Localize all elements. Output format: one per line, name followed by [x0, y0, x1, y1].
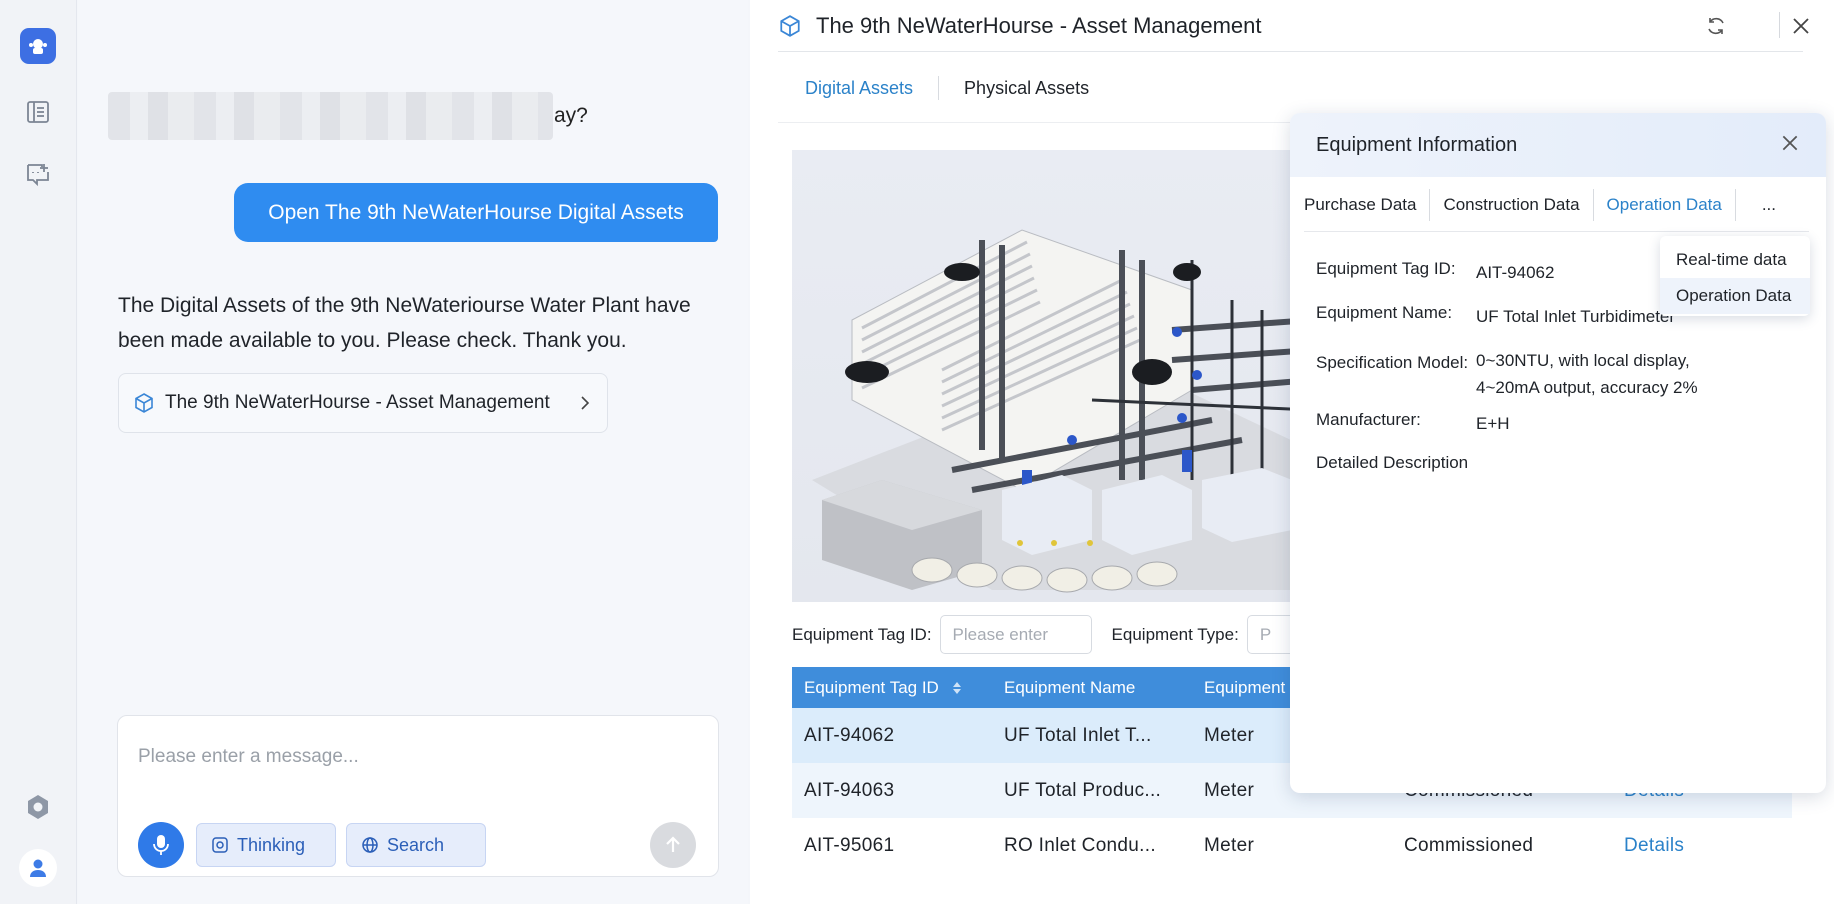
- type-filter-label: Equipment Type:: [1111, 624, 1239, 644]
- sort-icon[interactable]: [952, 681, 962, 695]
- cell-name: RO Inlet Condu...: [1004, 834, 1156, 856]
- cell-tag: AIT-94062: [804, 724, 895, 746]
- cell-tag: AIT-94063: [804, 779, 895, 801]
- thinking-toggle[interactable]: Thinking: [196, 823, 336, 867]
- redacted-user-question: [108, 92, 553, 140]
- cube-icon: [135, 393, 153, 413]
- asset-panel-header: The 9th NeWaterHourse - Asset Management: [778, 0, 1809, 52]
- close-icon: [1782, 135, 1798, 151]
- refresh-button[interactable]: [1703, 13, 1729, 39]
- field-value: AIT-94062: [1476, 263, 1555, 282]
- close-icon: [1793, 18, 1809, 34]
- field-tag-id: Equipment Tag ID: AIT-94062: [1316, 259, 1554, 286]
- tab-physical-assets[interactable]: Physical Assets: [964, 78, 1089, 99]
- chevron-right-icon: [581, 396, 590, 410]
- field-label: Manufacturer:: [1316, 410, 1421, 429]
- cell-tag: AIT-95061: [804, 834, 895, 856]
- dropdown-item-operation-data[interactable]: Operation Data: [1660, 278, 1810, 314]
- more-tabs-button[interactable]: ...: [1736, 189, 1789, 221]
- card-title: Equipment Information: [1316, 133, 1518, 156]
- tab-digital-assets[interactable]: Digital Assets: [805, 78, 913, 99]
- field-label: Equipment Tag ID:: [1316, 259, 1456, 278]
- microphone-icon: [153, 835, 169, 855]
- dropdown-item-real-time-data[interactable]: Real-time data: [1660, 242, 1810, 278]
- cell-name: UF Total Inlet T...: [1004, 724, 1152, 746]
- thinking-label: Thinking: [237, 834, 306, 855]
- tab-construction-data[interactable]: Construction Data: [1430, 189, 1594, 221]
- chat-panel: ay? Open The 9th NeWaterHourse Digital A…: [78, 0, 748, 904]
- asset-tabs: Digital Assets Physical Assets: [805, 76, 1089, 100]
- plant-3d-model-viewport[interactable]: [792, 150, 1312, 602]
- field-value: UF Total Inlet Turbidimeter: [1476, 307, 1676, 326]
- new-chat-icon[interactable]: [19, 155, 57, 193]
- app-logo-icon[interactable]: [20, 28, 56, 64]
- cube-icon: [780, 14, 800, 37]
- cell-name: UF Total Produc...: [1004, 779, 1162, 801]
- more-tabs-dropdown: Real-time data Operation Data: [1660, 236, 1810, 316]
- message-input[interactable]: [138, 746, 698, 768]
- header-divider: [1779, 12, 1780, 38]
- field-label: Detailed Description: [1316, 453, 1469, 472]
- field-label: Equipment Name:: [1316, 303, 1453, 322]
- microphone-button[interactable]: [138, 822, 184, 868]
- field-value-line-1: 0~30NTU, with local display,: [1476, 351, 1690, 370]
- card-tabs-divider: [1304, 231, 1809, 232]
- settings-icon[interactable]: [19, 788, 57, 826]
- arrow-up-icon: [666, 836, 680, 852]
- tag-filter-input[interactable]: Please enter: [939, 615, 1092, 654]
- tab-purchase-data[interactable]: Purchase Data: [1304, 189, 1431, 221]
- close-panel-button[interactable]: [1788, 13, 1814, 39]
- tag-filter-label: Equipment Tag ID:: [792, 624, 932, 644]
- tab-operation-data[interactable]: Operation Data: [1594, 189, 1736, 221]
- asset-link-label: The 9th NeWaterHourse - Asset Management: [165, 392, 550, 413]
- header-tag-id[interactable]: Equipment Tag ID: [792, 678, 992, 698]
- details-link[interactable]: Details: [1612, 835, 1792, 857]
- user-message-bubble: Open The 9th NeWaterHourse Digital Asset…: [234, 183, 718, 242]
- document-list-icon[interactable]: [19, 93, 57, 131]
- assistant-reply: The Digital Assets of the 9th NeWateriou…: [118, 294, 691, 352]
- card-close-button[interactable]: [1780, 133, 1804, 157]
- field-value: E+H: [1476, 414, 1510, 433]
- header-equipment-name: Equipment Name: [1004, 677, 1136, 697]
- cell-type: Meter: [1204, 834, 1255, 856]
- user-avatar-icon[interactable]: [19, 849, 57, 887]
- panel-title: The 9th NeWaterHourse - Asset Management: [816, 12, 1262, 38]
- brain-icon: [212, 837, 228, 853]
- left-rail: [0, 0, 77, 904]
- globe-icon: [362, 837, 378, 853]
- card-header: Equipment Information: [1290, 113, 1826, 177]
- table-row[interactable]: AIT-95061 RO Inlet Condu... Meter Commis…: [792, 818, 1792, 873]
- filter-bar: Equipment Tag ID: Please enter Equipment…: [792, 615, 1307, 654]
- send-button[interactable]: [650, 822, 696, 868]
- field-equipment-name: Equipment Name: UF Total Inlet Turbidime…: [1316, 303, 1675, 330]
- equipment-info-card: Equipment Information Purchase Data Cons…: [1290, 113, 1826, 793]
- search-label: Search: [387, 834, 445, 855]
- field-label: Specification Model:: [1316, 353, 1469, 372]
- field-detailed-description: Detailed Description: [1316, 453, 1468, 473]
- message-composer: Thinking Search: [117, 715, 719, 877]
- cell-status: Commissioned: [1404, 834, 1534, 856]
- field-specification-model: Specification Model: 0~30NTU, with local…: [1316, 347, 1698, 401]
- search-toggle[interactable]: Search: [346, 823, 486, 867]
- tab-divider: [938, 76, 940, 100]
- refresh-icon: [1708, 17, 1724, 35]
- field-value-line-2: 4~20mA output, accuracy 2%: [1476, 378, 1698, 397]
- question-tail-text: ay?: [554, 104, 588, 127]
- card-tabs: Purchase Data Construction Data Operatio…: [1290, 177, 1826, 233]
- asset-management-link-card[interactable]: The 9th NeWaterHourse - Asset Management: [118, 373, 608, 433]
- field-manufacturer: Manufacturer: E+H: [1316, 410, 1510, 437]
